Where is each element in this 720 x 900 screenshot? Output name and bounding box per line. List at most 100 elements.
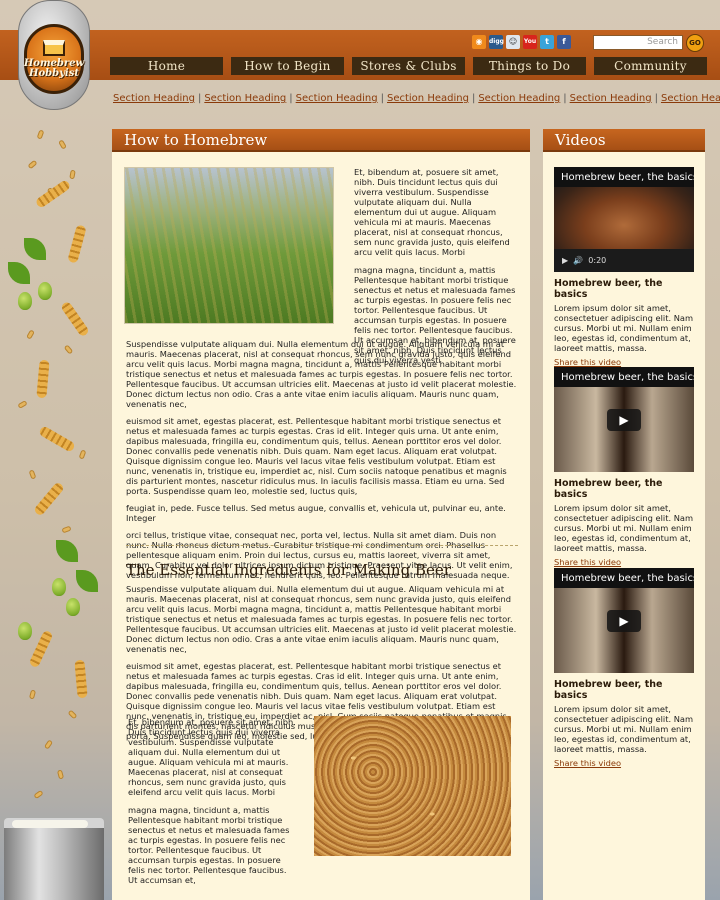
logo-badge: Homebrew Hobbyist xyxy=(24,24,84,94)
video-title[interactable]: Homebrew beer, the basics xyxy=(554,679,694,701)
videos-title: Videos xyxy=(543,129,705,152)
video-card: Homebrew beer, the basics e ▶ Homebrew b… xyxy=(554,367,694,567)
section-divider xyxy=(126,545,518,546)
logo-text: Homebrew Hobbyist xyxy=(23,57,85,79)
digg-icon[interactable]: digg xyxy=(489,35,504,49)
video-player[interactable]: Homebrew beer, the basics e ▶ xyxy=(554,367,694,472)
hop-cone-icon xyxy=(52,578,66,596)
rss-icon[interactable]: ◉ xyxy=(472,35,486,49)
barley-grain-icon xyxy=(67,709,78,720)
section-nav: Section Heading | Section Heading | Section … xyxy=(113,93,720,104)
page-title: How to Homebrew xyxy=(112,129,530,152)
paragraph: Suspendisse vulputate aliquam dui. Nulla… xyxy=(126,584,517,654)
wheat-ear-icon xyxy=(34,179,72,209)
wheat-ear-icon xyxy=(74,659,88,699)
social-icons: ◉ digg ☺ You t f xyxy=(472,35,571,49)
hop-cone-icon xyxy=(18,622,32,640)
video-thumb-title: Homebrew beer, the basics e xyxy=(561,372,694,383)
paragraph: euismod sit amet, egestas placerat, est.… xyxy=(126,416,507,496)
share-video-link[interactable]: Share this video xyxy=(554,357,694,367)
hop-leaf-icon xyxy=(56,540,78,562)
beer-mug-icon xyxy=(43,39,65,56)
section-link[interactable]: Section Heading xyxy=(204,93,286,104)
barley-grain-icon xyxy=(63,344,74,355)
wheat-ear-icon xyxy=(32,481,66,517)
paragraph: magna magna, tincidunt a, mattis Pellent… xyxy=(128,805,290,885)
video-description: Lorem ipsum dolor sit amet, consectetuer… xyxy=(554,704,694,754)
wheat-ear-icon xyxy=(36,359,50,399)
section-link[interactable]: Section Heading xyxy=(387,93,469,104)
hop-cone-icon xyxy=(66,598,80,616)
barley-grain-icon xyxy=(56,769,65,780)
section-heading: The Essential Ingredients for Making Bee… xyxy=(126,561,451,579)
intro-column: Et, bibendum at, posuere sit amet, nibh.… xyxy=(354,167,518,365)
barley-grain-icon xyxy=(17,400,28,409)
wheat-ear-icon xyxy=(67,224,87,264)
reddit-icon[interactable]: ☺ xyxy=(506,35,520,49)
video-description: Lorem ipsum dolor sit amet, consectetuer… xyxy=(554,503,694,553)
section-link[interactable]: Section Heading xyxy=(296,93,378,104)
barley-grain-icon xyxy=(28,469,37,480)
video-title[interactable]: Homebrew beer, the basics xyxy=(554,278,694,300)
site-logo[interactable]: Homebrew Hobbyist xyxy=(10,0,96,120)
nav-how-to-begin[interactable]: How to Begin xyxy=(231,57,344,75)
nav-home[interactable]: Home xyxy=(110,57,223,75)
section-link[interactable]: Section Heading xyxy=(113,93,195,104)
barley-grain-icon xyxy=(28,689,37,700)
section-link[interactable]: Section Heading xyxy=(478,93,560,104)
video-title[interactable]: Homebrew beer, the basics xyxy=(554,478,694,500)
barley-grain-icon xyxy=(26,329,35,340)
hop-cone-icon xyxy=(38,282,52,300)
nav-community[interactable]: Community xyxy=(594,57,707,75)
wheat-ear-icon xyxy=(60,300,90,338)
nav-things-to-do[interactable]: Things to Do xyxy=(473,57,586,75)
video-card: Homebrew beer, the basics e ▶ Homebrew b… xyxy=(554,568,694,768)
paragraph: Et, bibendum at, posuere sit amet, nibh.… xyxy=(354,167,510,257)
barley-grain-icon xyxy=(78,449,87,460)
share-video-link[interactable]: Share this video xyxy=(554,557,694,567)
share-video-link[interactable]: Share this video xyxy=(554,758,694,768)
paragraph: Et, bibendum at, posuere sit amet, nibh.… xyxy=(128,717,296,797)
search-go-button[interactable]: GO xyxy=(686,34,704,52)
video-time: 0:20 xyxy=(588,256,607,265)
search-input[interactable]: Search xyxy=(593,35,683,50)
article-body: Suspendisse vulputate aliquam dui. Nulla… xyxy=(126,339,518,580)
video-thumb-title: Homebrew beer, the basics c xyxy=(561,172,694,183)
barley-grain-icon xyxy=(43,739,54,750)
hop-leaf-icon xyxy=(24,238,46,260)
brew-pot-foam xyxy=(12,820,88,828)
brew-pot-icon xyxy=(4,818,104,900)
video-card: Homebrew beer, the basics c ▶ 🔊 0:20 Hom… xyxy=(554,167,694,367)
paragraph: Suspendisse vulputate aliquam dui. Nulla… xyxy=(126,339,517,409)
youtube-icon[interactable]: You xyxy=(523,35,537,49)
barley-grain-icon xyxy=(61,525,72,534)
wheat-ear-icon xyxy=(28,629,54,669)
hop-leaf-icon xyxy=(8,262,30,284)
play-icon[interactable]: ▶ xyxy=(607,409,641,431)
main-nav: Home How to Begin Stores & Clubs Things … xyxy=(110,57,707,75)
video-description: Lorem ipsum dolor sit amet, consectetuer… xyxy=(554,303,694,353)
facebook-icon[interactable]: f xyxy=(557,35,571,49)
video-player[interactable]: Homebrew beer, the basics c ▶ 🔊 0:20 xyxy=(554,167,694,272)
barley-grain-icon xyxy=(36,129,45,140)
video-controls[interactable]: ▶ 🔊 0:20 xyxy=(554,249,694,272)
wheat-field-image xyxy=(124,167,334,324)
malted-barley-image xyxy=(314,716,511,856)
main-content: How to Homebrew Et, bibendum at, posuere… xyxy=(112,129,530,900)
barley-grain-icon xyxy=(27,159,38,170)
nav-stores-clubs[interactable]: Stores & Clubs xyxy=(352,57,465,75)
paragraph: feugiat in, pede. Fusce tellus. Sed metu… xyxy=(126,503,506,523)
section-link[interactable]: Section Heading xyxy=(661,93,720,104)
video-thumb-title: Homebrew beer, the basics e xyxy=(561,573,694,584)
videos-sidebar: Videos Homebrew beer, the basics c ▶ 🔊 0… xyxy=(543,129,705,900)
barley-grain-icon xyxy=(58,139,67,150)
play-icon[interactable]: ▶ xyxy=(607,610,641,632)
barley-grain-icon xyxy=(69,169,76,180)
hop-cone-icon xyxy=(18,292,32,310)
wheat-ear-icon xyxy=(38,425,76,453)
hop-leaf-icon xyxy=(76,570,98,592)
section-link[interactable]: Section Heading xyxy=(570,93,652,104)
ingredients-column: Et, bibendum at, posuere sit amet, nibh.… xyxy=(128,717,298,885)
twitter-icon[interactable]: t xyxy=(540,35,554,49)
video-player[interactable]: Homebrew beer, the basics e ▶ xyxy=(554,568,694,673)
